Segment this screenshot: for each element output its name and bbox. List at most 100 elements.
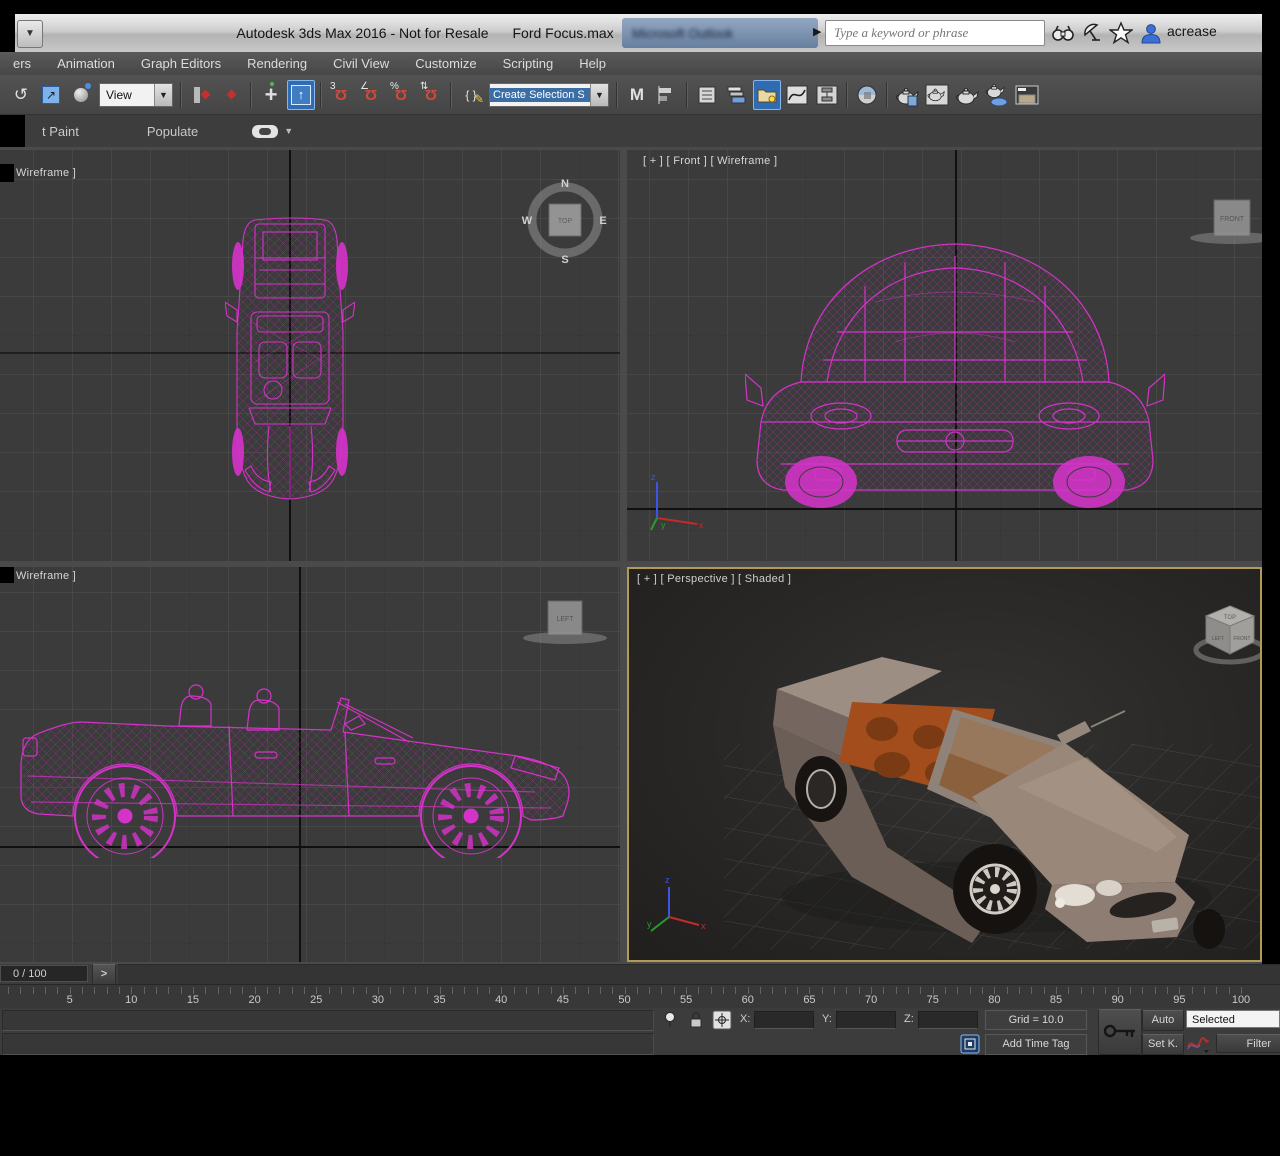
menu-item-rendering[interactable]: Rendering: [234, 53, 320, 74]
set-keys-button[interactable]: [1098, 1009, 1142, 1055]
car-front-wireframe[interactable]: [745, 212, 1165, 512]
viewport-front-label[interactable]: [ + ] [ Front ] [ Wireframe ]: [643, 155, 777, 167]
select-and-manipulate-button[interactable]: [187, 80, 215, 110]
svg-text:y: y: [661, 520, 666, 530]
screen-clip-notch: [0, 567, 14, 583]
menu-item-scripting[interactable]: Scripting: [490, 53, 567, 74]
align-button[interactable]: [653, 80, 681, 110]
scene-explorer-button[interactable]: [693, 80, 721, 110]
isolate-selection-icon[interactable]: [662, 1011, 678, 1029]
key-filters-button[interactable]: Filter: [1216, 1034, 1280, 1053]
y-coordinate-field[interactable]: [836, 1011, 896, 1029]
viewcube-perspective[interactable]: TOP LEFT FRONT: [1190, 592, 1262, 672]
toggle-ribbon-button[interactable]: [753, 80, 781, 110]
ribbon-caret-icon[interactable]: ▼: [284, 126, 293, 136]
layer-manager-button[interactable]: [723, 80, 751, 110]
svg-text:FRONT: FRONT: [1233, 636, 1250, 642]
render-in-cloud-button[interactable]: [983, 80, 1011, 110]
select-and-move-button[interactable]: +: [257, 80, 285, 110]
undo-scene-button[interactable]: ↺: [7, 80, 35, 110]
current-frame-display[interactable]: 0 / 100: [0, 965, 88, 982]
communication-center-icon[interactable]: [1081, 21, 1105, 45]
selection-lock-icon[interactable]: [688, 1011, 704, 1029]
menu-item-civil-view[interactable]: Civil View: [320, 53, 402, 74]
viewport-left[interactable]: LEFT Wireframe ]: [0, 567, 620, 962]
ribbon-tab-populate[interactable]: Populate: [133, 124, 212, 139]
viewport-top[interactable]: TOP N E S W Wireframe ]: [0, 150, 620, 561]
z-coordinate-field[interactable]: [918, 1011, 978, 1029]
mirror-button[interactable]: M: [623, 80, 651, 110]
svg-text:z: z: [665, 875, 670, 885]
snap-toggle-3d-button[interactable]: 3 Ω: [327, 80, 355, 110]
curve-editor-button[interactable]: [783, 80, 811, 110]
magnet-icon: Ω: [395, 86, 407, 103]
car-shaded-perspective[interactable]: [757, 647, 1257, 957]
menu-item-graph-editors[interactable]: Graph Editors: [128, 53, 234, 74]
edit-named-selection-sets-button[interactable]: { } ✎: [457, 80, 485, 110]
search-input[interactable]: [826, 21, 1044, 45]
viewcube-front[interactable]: FRONT: [1187, 188, 1262, 248]
maxscript-mini-listener[interactable]: [2, 1010, 654, 1031]
menu-item-animation[interactable]: Animation: [44, 53, 128, 74]
menu-item-customize[interactable]: Customize: [402, 53, 489, 74]
angle-snap-toggle-button[interactable]: ∠ Ω: [357, 80, 385, 110]
viewport-perspective-label[interactable]: [ + ] [ Perspective ] [ Shaded ]: [637, 573, 791, 585]
help-search-box[interactable]: [825, 20, 1045, 46]
favorites-star-icon[interactable]: [1109, 21, 1133, 45]
search-binoculars-icon[interactable]: [1051, 21, 1075, 45]
screen-clip-top: [0, 0, 1280, 14]
viewport-perspective[interactable]: TOP LEFT FRONT z x y [ + ] [ Perspective…: [627, 567, 1262, 962]
user-account-icon[interactable]: [1139, 21, 1163, 45]
schematic-view-button[interactable]: [813, 80, 841, 110]
username-label[interactable]: acrease: [1167, 23, 1217, 39]
window-menu-button[interactable]: ▼: [17, 20, 43, 48]
key-filters-curve-icon[interactable]: [1186, 1035, 1210, 1053]
timeline-ruler-ticks: 5101520253035404550556065707580859095100: [0, 985, 1280, 1009]
set-key-button[interactable]: Set K.: [1142, 1034, 1184, 1055]
grid-size-display: Grid = 10.0: [985, 1010, 1087, 1030]
select-object-button[interactable]: ↑: [287, 80, 315, 110]
svg-text:y: y: [647, 919, 652, 929]
menu-bar: ersAnimationGraph EditorsRenderingCivil …: [0, 52, 1262, 76]
viewport-front[interactable]: FRONT z x y [ + ] [ Front ] [ Wireframe …: [627, 150, 1262, 561]
menu-item-ers[interactable]: ers: [0, 53, 44, 74]
viewport-top-label[interactable]: Wireframe ]: [16, 167, 76, 179]
select-and-link-button[interactable]: ↗: [37, 80, 65, 110]
next-frame-button[interactable]: >: [92, 964, 116, 985]
magnet-icon: Ω: [365, 86, 377, 103]
viewport-left-label[interactable]: Wireframe ]: [16, 570, 76, 582]
selection-set-filter-dropdown[interactable]: Selected: [1186, 1010, 1280, 1028]
transform-gizmo-icon[interactable]: [712, 1010, 732, 1030]
car-top-wireframe[interactable]: [225, 212, 355, 504]
status-bar: X: Y: Z: Grid = 10.0 Add Time Tag Auto S…: [0, 1008, 1280, 1056]
reference-coordinate-dropdown[interactable]: View ▼: [99, 83, 173, 107]
magnet-icon: Ω: [335, 86, 347, 103]
x-coordinate-field[interactable]: [754, 1011, 814, 1029]
spinner-snap-toggle-button[interactable]: ⇅ Ω: [417, 80, 445, 110]
add-time-tag-button[interactable]: Add Time Tag: [985, 1034, 1087, 1055]
auto-key-button[interactable]: Auto: [1142, 1010, 1184, 1031]
time-slider-track[interactable]: [118, 964, 1280, 984]
timeline-ruler[interactable]: 5101520253035404550556065707580859095100: [0, 984, 1280, 1010]
material-editor-button[interactable]: [853, 80, 881, 110]
percent-snap-toggle-button[interactable]: % Ω: [387, 80, 415, 110]
keyboard-shortcut-override-button[interactable]: [217, 80, 245, 110]
rendered-frame-window-button[interactable]: [923, 80, 951, 110]
viewcube-left[interactable]: LEFT: [520, 588, 610, 648]
time-tag-window-icon[interactable]: [960, 1034, 980, 1054]
car-side-wireframe[interactable]: [15, 668, 571, 858]
svg-text:E: E: [599, 215, 606, 227]
named-selection-set-dropdown[interactable]: Create Selection S ▼: [489, 83, 609, 107]
menu-item-help[interactable]: Help: [566, 53, 619, 74]
ribbon-minimize-button[interactable]: [252, 125, 278, 138]
search-flyout-arrow-icon[interactable]: ▶: [813, 25, 821, 38]
render-last-button[interactable]: [1013, 80, 1041, 110]
svg-text:S: S: [561, 254, 568, 265]
dropdown-caret-icon: ▼: [154, 84, 172, 106]
render-production-button[interactable]: [953, 80, 981, 110]
viewcube-top[interactable]: TOP N E S W: [520, 175, 610, 265]
ribbon-tab-object-paint[interactable]: t Paint: [28, 124, 93, 139]
svg-text:TOP: TOP: [1224, 615, 1236, 621]
unlink-selection-button[interactable]: [67, 80, 95, 110]
render-setup-button[interactable]: [893, 80, 921, 110]
